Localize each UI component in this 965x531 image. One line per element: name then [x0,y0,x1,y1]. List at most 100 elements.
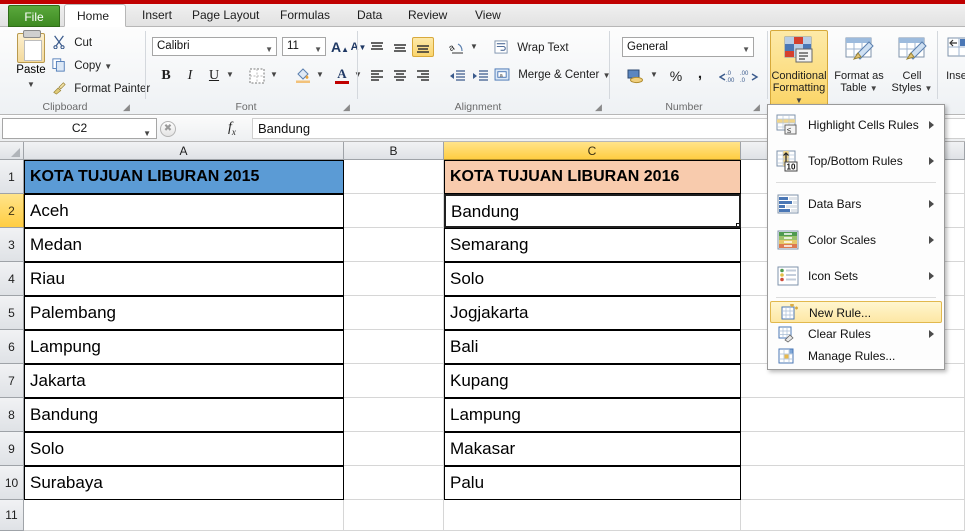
tab-review[interactable]: Review [396,4,459,27]
cell-B5[interactable] [344,296,444,330]
cell-A2[interactable]: Aceh [24,194,344,228]
underline-button[interactable]: U [204,65,224,85]
row-header-1[interactable]: 1 [0,160,24,194]
cell-D9[interactable] [741,432,965,466]
row-header-2[interactable]: 2 [0,194,24,228]
comma-style-button[interactable]: , [690,65,710,85]
tab-view[interactable]: View [463,4,513,27]
grow-font-button[interactable]: A▲ [330,37,349,56]
orientation-dropdown[interactable]: ▼ [468,41,480,53]
fill-color-button[interactable] [292,65,314,85]
cell-D11[interactable] [741,500,965,531]
font-color-button[interactable]: A [332,65,352,85]
cell-B9[interactable] [344,432,444,466]
align-middle-button[interactable] [389,37,411,57]
format-painter-button[interactable]: Format Painter [52,81,150,95]
cut-button[interactable]: Cut [52,35,92,50]
cancel-formula-button[interactable]: ✖ [160,121,176,137]
cell-B2[interactable] [344,194,444,228]
font-name-combo[interactable]: Calibri ▼ [152,37,277,56]
tab-file[interactable]: File [8,5,60,27]
paste-button[interactable]: Paste ▼ [8,30,54,93]
cell-B1[interactable] [344,160,444,194]
menu-item-highlight-cells-rules[interactable]: ≤ Highlight Cells Rules [768,107,944,143]
cell-B7[interactable] [344,364,444,398]
menu-item-manage-rules[interactable]: Manage Rules... [768,345,944,367]
cell-A3[interactable]: Medan [24,228,344,262]
clipboard-dialog-launcher[interactable]: ◢ [123,103,132,112]
underline-dropdown[interactable]: ▼ [224,69,236,81]
tab-home[interactable]: Home [64,4,126,27]
bold-button[interactable]: B [156,65,176,85]
cell-A10[interactable]: Surabaya [24,466,344,500]
cell-B6[interactable] [344,330,444,364]
cell-styles-button[interactable]: Cell Styles ▼ [887,30,937,110]
fill-color-dropdown[interactable]: ▼ [314,69,326,81]
percent-style-button[interactable]: % [666,65,686,85]
cell-A4[interactable]: Riau [24,262,344,296]
format-as-table-button[interactable]: Format as Table ▼ [830,30,888,110]
cell-C4[interactable]: Solo [444,262,741,296]
column-header-c[interactable]: C [444,142,741,160]
insert-function-icon[interactable]: fx [228,120,236,137]
number-dialog-launcher[interactable]: ◢ [753,103,762,112]
alignment-dialog-launcher[interactable]: ◢ [595,103,604,112]
cell-B10[interactable] [344,466,444,500]
menu-item-clear-rules[interactable]: Clear Rules [768,323,944,345]
row-header-3[interactable]: 3 [0,228,24,262]
wrap-text-button[interactable]: Wrap Text [494,40,569,54]
column-header-a[interactable]: A [24,142,344,160]
borders-dropdown[interactable]: ▼ [268,69,280,81]
tab-formulas[interactable]: Formulas [268,4,342,27]
row-header-10[interactable]: 10 [0,466,24,500]
name-box[interactable]: C2 ▼ [2,118,157,139]
row-header-9[interactable]: 9 [0,432,24,466]
align-left-button[interactable] [366,65,388,85]
cell-B3[interactable] [344,228,444,262]
cell-B4[interactable] [344,262,444,296]
font-size-combo[interactable]: 11 ▼ [282,37,326,56]
cell-A7[interactable]: Jakarta [24,364,344,398]
cell-A11[interactable] [24,500,344,531]
orientation-button[interactable]: a [446,37,468,57]
row-header-4[interactable]: 4 [0,262,24,296]
cell-C3[interactable]: Semarang [444,228,741,262]
tab-page-layout[interactable]: Page Layout [180,4,271,27]
select-all-corner[interactable] [0,142,24,160]
decrease-indent-button[interactable] [446,65,468,85]
align-center-button[interactable] [389,65,411,85]
decrease-decimal-button[interactable]: .00 .0 [738,67,759,85]
increase-decimal-button[interactable]: .0 .00 [718,67,738,85]
cell-A1[interactable]: KOTA TUJUAN LIBURAN 2015 [24,160,344,194]
cell-C8[interactable]: Lampung [444,398,741,432]
cell-C2[interactable]: Bandung [444,194,741,228]
cell-B8[interactable] [344,398,444,432]
cell-D8[interactable] [741,398,965,432]
conditional-formatting-button[interactable]: Conditional Formatting ▼ [770,30,828,110]
accounting-format-button[interactable] [624,65,648,85]
accounting-dropdown[interactable]: ▼ [648,69,660,81]
menu-item-new-rule[interactable]: New Rule... [770,301,942,323]
cell-C1[interactable]: KOTA TUJUAN LIBURAN 2016 [444,160,741,194]
increase-indent-button[interactable] [469,65,491,85]
row-header-11[interactable]: 11 [0,500,24,531]
cell-C5[interactable]: Jogjakarta [444,296,741,330]
row-header-7[interactable]: 7 [0,364,24,398]
cell-A5[interactable]: Palembang [24,296,344,330]
cell-A6[interactable]: Lampung [24,330,344,364]
column-header-b[interactable]: B [344,142,444,160]
borders-button[interactable] [246,65,268,85]
copy-button[interactable]: Copy ▼ [52,58,112,72]
insert-cells-button[interactable]: Inse ▼ [940,30,965,110]
merge-center-button[interactable]: a Merge & Center ▼ [494,68,611,81]
cell-B11[interactable] [344,500,444,531]
number-format-combo[interactable]: General ▼ [622,37,754,57]
cell-C11[interactable] [444,500,741,531]
cell-A9[interactable]: Solo [24,432,344,466]
menu-item-color-scales[interactable]: Color Scales [768,222,944,258]
cell-C7[interactable]: Kupang [444,364,741,398]
font-dialog-launcher[interactable]: ◢ [343,103,352,112]
row-header-8[interactable]: 8 [0,398,24,432]
row-header-5[interactable]: 5 [0,296,24,330]
align-top-button[interactable] [366,37,388,57]
